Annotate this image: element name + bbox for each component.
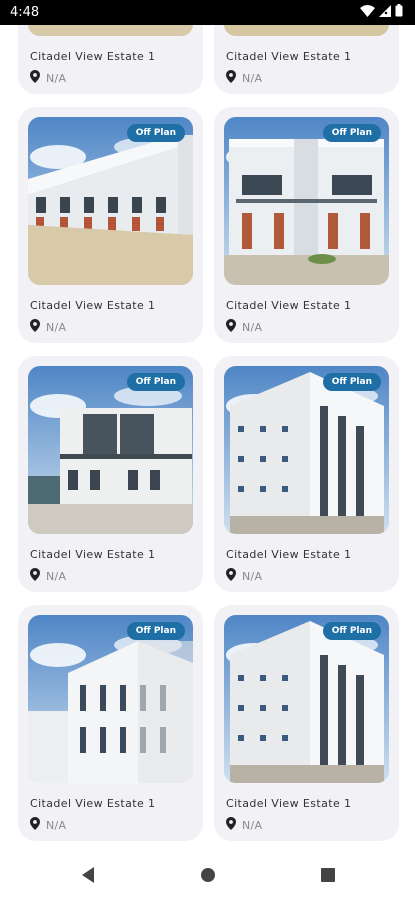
listing-location-text: N/A xyxy=(242,569,263,583)
listing-title: Citadel View Estate 1 xyxy=(226,797,352,810)
listing-image xyxy=(224,25,389,36)
listing-card[interactable]: Off Plan Citadel View Estate 1 N/A xyxy=(18,605,203,841)
battery-icon xyxy=(395,3,403,22)
off-plan-badge: Off Plan xyxy=(322,622,381,640)
listing-location: N/A xyxy=(226,319,262,335)
off-plan-badge: Off Plan xyxy=(126,622,185,640)
status-bar: 4:48 xyxy=(0,0,415,25)
recents-icon[interactable] xyxy=(308,855,348,895)
listing-location: N/A xyxy=(30,319,66,335)
listing-location: N/A xyxy=(30,70,66,86)
location-pin-icon xyxy=(30,817,40,833)
listing-card[interactable]: Citadel View Estate 1 N/A xyxy=(214,25,399,94)
listing-title: Citadel View Estate 1 xyxy=(30,50,156,63)
listing-card[interactable]: Off Plan Citadel View Estate 1 N/A xyxy=(214,356,399,592)
location-pin-icon xyxy=(226,70,236,86)
listing-title: Citadel View Estate 1 xyxy=(226,299,352,312)
listing-card[interactable]: Off Plan Citadel View Estate 1 N/A xyxy=(214,605,399,841)
off-plan-badge: Off Plan xyxy=(322,373,381,391)
location-pin-icon xyxy=(30,70,40,86)
off-plan-badge: Off Plan xyxy=(126,124,185,142)
listing-location-text: N/A xyxy=(46,320,67,334)
listing-image: Off Plan xyxy=(28,366,193,534)
listing-location: N/A xyxy=(226,817,262,833)
listing-location-text: N/A xyxy=(242,320,263,334)
status-icons xyxy=(360,3,403,22)
listing-title: Citadel View Estate 1 xyxy=(226,548,352,561)
listing-location-text: N/A xyxy=(242,71,263,85)
status-time: 4:48 xyxy=(10,5,40,20)
listing-image: Off Plan xyxy=(224,117,389,285)
location-pin-icon xyxy=(226,568,236,584)
back-icon[interactable] xyxy=(68,855,108,895)
listing-location: N/A xyxy=(30,568,66,584)
off-plan-badge: Off Plan xyxy=(126,373,185,391)
listing-location-text: N/A xyxy=(242,818,263,832)
listing-location-text: N/A xyxy=(46,569,67,583)
listings-scroll-area[interactable]: Citadel View Estate 1 N/A Citadel View Est… xyxy=(0,25,415,850)
listing-location: N/A xyxy=(226,70,262,86)
listing-image: Off Plan xyxy=(224,615,389,783)
listing-card[interactable]: Off Plan Citadel View Estate 1 N/A xyxy=(214,107,399,343)
listing-title: Citadel View Estate 1 xyxy=(30,299,156,312)
listing-image xyxy=(28,25,193,36)
listing-title: Citadel View Estate 1 xyxy=(226,50,352,63)
listing-card[interactable]: Off Plan Citadel View Estate 1 N/A xyxy=(18,356,203,592)
location-pin-icon xyxy=(226,319,236,335)
listing-card[interactable]: Citadel View Estate 1 N/A xyxy=(18,25,203,94)
listing-image: Off Plan xyxy=(28,615,193,783)
listing-card[interactable]: Off Plan Citadel View Estate 1 N/A xyxy=(18,107,203,343)
listing-image: Off Plan xyxy=(28,117,193,285)
listing-title: Citadel View Estate 1 xyxy=(30,548,156,561)
listing-location-text: N/A xyxy=(46,818,67,832)
off-plan-badge: Off Plan xyxy=(322,124,381,142)
system-nav-bar xyxy=(0,850,415,900)
listing-title: Citadel View Estate 1 xyxy=(30,797,156,810)
listing-image: Off Plan xyxy=(224,366,389,534)
location-pin-icon xyxy=(226,817,236,833)
listing-location: N/A xyxy=(226,568,262,584)
location-pin-icon xyxy=(30,568,40,584)
wifi-icon xyxy=(360,4,375,22)
home-icon[interactable] xyxy=(188,855,228,895)
listing-location: N/A xyxy=(30,817,66,833)
signal-icon xyxy=(379,4,391,22)
listing-location-text: N/A xyxy=(46,71,67,85)
location-pin-icon xyxy=(30,319,40,335)
